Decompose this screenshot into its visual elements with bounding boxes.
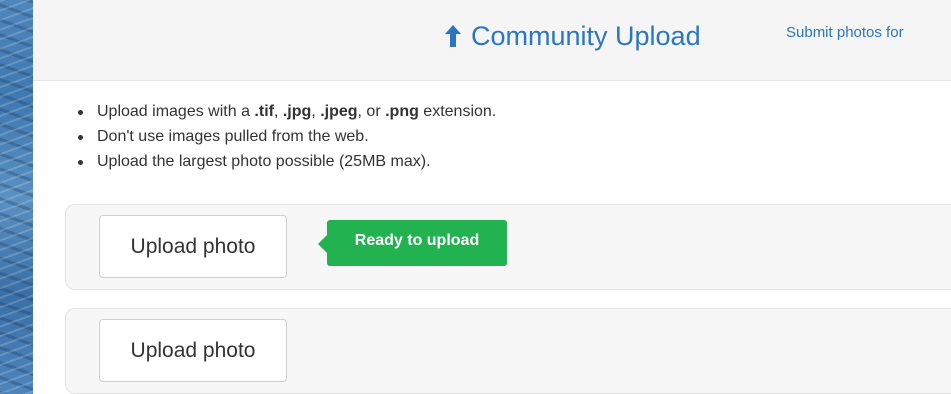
page-title: Community Upload	[443, 18, 701, 54]
status-badge-text: Ready to upload	[354, 232, 480, 249]
upload-photo-button[interactable]: Upload photo	[99, 215, 287, 278]
bullet-icon	[78, 135, 83, 140]
bullet-icon	[78, 110, 83, 115]
upload-row: Upload photo	[65, 308, 951, 394]
upload-row: Upload photo Ready to upload	[65, 204, 951, 290]
rule-item-largest-photo: Upload the largest photo possible (25MB …	[77, 151, 496, 176]
rule-text: Upload images with a .tif, .jpg, .jpeg, …	[97, 103, 497, 120]
rule-item-formats: Upload images with a .tif, .jpg, .jpeg, …	[77, 101, 496, 126]
upload-photo-button[interactable]: Upload photo	[99, 319, 287, 382]
page: Community Upload Submit photos for Uploa…	[0, 0, 951, 394]
upload-rules-list: Upload images with a .tif, .jpg, .jpeg, …	[77, 101, 496, 176]
decorative-side-strip	[0, 0, 33, 394]
submit-photos-link[interactable]: Submit photos for	[786, 24, 904, 41]
page-title-text: Community Upload	[471, 21, 701, 51]
rule-item-no-web: Don't use images pulled from the web.	[77, 126, 496, 151]
rule-text: Upload the largest photo possible (25MB …	[97, 153, 431, 170]
status-badge: Ready to upload	[318, 220, 507, 266]
badge-pointer	[318, 235, 327, 253]
rule-text: Don't use images pulled from the web.	[97, 128, 369, 145]
bullet-icon	[78, 160, 83, 165]
upload-arrow-icon	[443, 22, 463, 50]
